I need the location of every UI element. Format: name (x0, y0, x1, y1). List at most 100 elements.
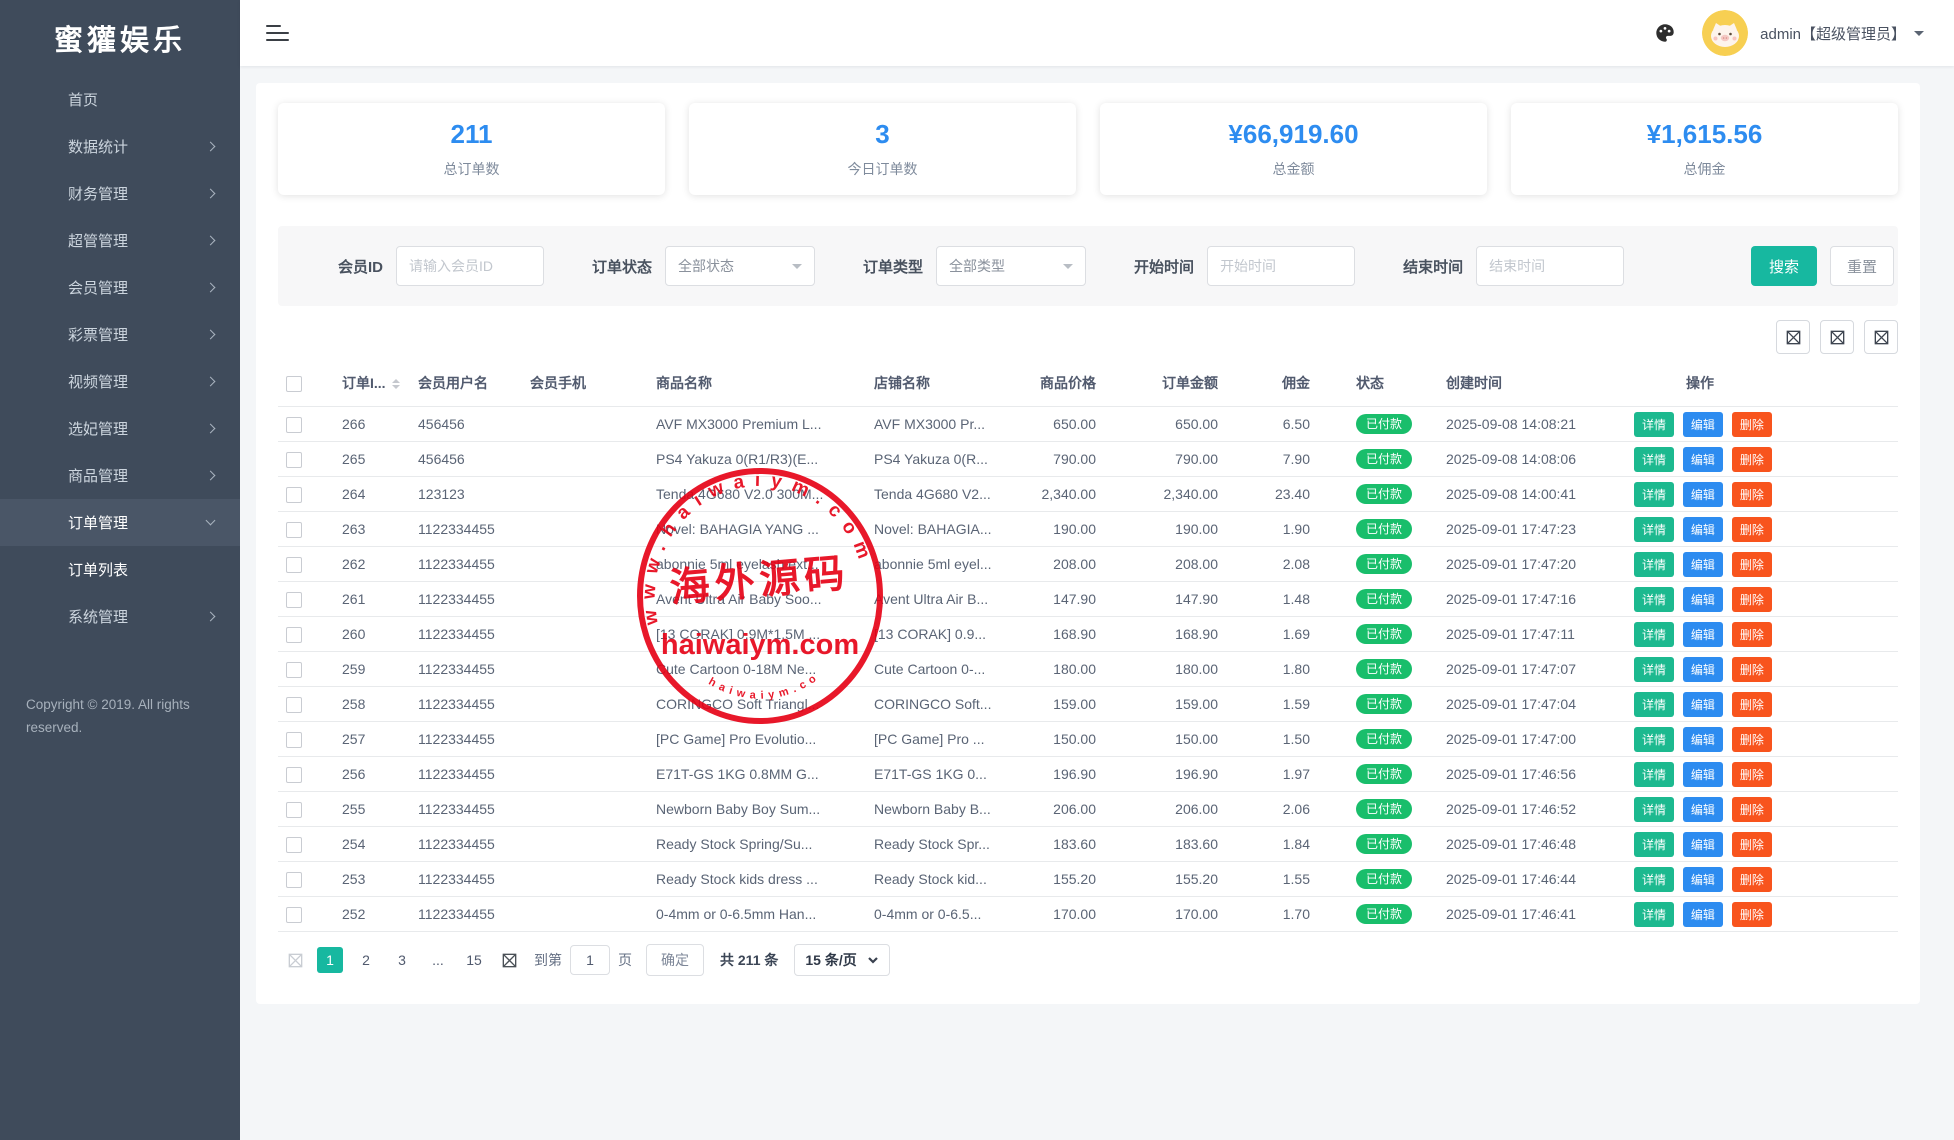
goto-page-input[interactable] (570, 945, 610, 975)
page-button[interactable]: ... (425, 947, 451, 973)
delete-button[interactable]: 删除 (1732, 587, 1772, 612)
edit-button[interactable]: 编辑 (1683, 797, 1723, 822)
sidebar-item[interactable]: 彩票管理 (0, 311, 240, 358)
detail-button[interactable]: 详情 (1634, 657, 1674, 682)
edit-button[interactable]: 编辑 (1683, 587, 1723, 612)
sidebar-item[interactable]: 订单管理 (0, 499, 240, 546)
reset-button[interactable]: 重置 (1830, 246, 1894, 286)
edit-button[interactable]: 编辑 (1683, 412, 1723, 437)
delete-button[interactable]: 删除 (1732, 622, 1772, 647)
edit-button[interactable]: 编辑 (1683, 692, 1723, 717)
edit-button[interactable]: 编辑 (1683, 517, 1723, 542)
detail-button[interactable]: 详情 (1634, 762, 1674, 787)
page-button[interactable]: 1 (317, 947, 343, 973)
user-menu[interactable]: admin【超级管理员】 (1760, 23, 1906, 44)
detail-button[interactable]: 详情 (1634, 622, 1674, 647)
detail-button[interactable]: 详情 (1634, 902, 1674, 927)
cell-order-id: 264 (334, 477, 410, 512)
row-checkbox[interactable] (286, 417, 302, 433)
toolbar-button-3[interactable] (1864, 320, 1898, 354)
detail-button[interactable]: 详情 (1634, 517, 1674, 542)
delete-button[interactable]: 删除 (1732, 552, 1772, 577)
edit-button[interactable]: 编辑 (1683, 622, 1723, 647)
edit-button[interactable]: 编辑 (1683, 447, 1723, 472)
edit-button[interactable]: 编辑 (1683, 832, 1723, 857)
edit-button[interactable]: 编辑 (1683, 727, 1723, 752)
delete-button[interactable]: 删除 (1732, 447, 1772, 472)
detail-button[interactable]: 详情 (1634, 412, 1674, 437)
sort-icon[interactable] (392, 375, 400, 393)
page-size-select[interactable]: 15 条/页 (794, 944, 889, 976)
delete-button[interactable]: 删除 (1732, 727, 1772, 752)
detail-button[interactable]: 详情 (1634, 867, 1674, 892)
delete-button[interactable]: 删除 (1732, 797, 1772, 822)
row-checkbox[interactable] (286, 697, 302, 713)
row-checkbox[interactable] (286, 522, 302, 538)
row-checkbox[interactable] (286, 487, 302, 503)
toolbar-button-2[interactable] (1820, 320, 1854, 354)
sidebar-item[interactable]: 订单列表 (0, 546, 240, 593)
sidebar-toggle-button[interactable] (266, 25, 289, 42)
col-order-id[interactable]: 订单I... (334, 360, 410, 407)
toolbar-button-1[interactable] (1776, 320, 1810, 354)
row-checkbox[interactable] (286, 872, 302, 888)
row-checkbox[interactable] (286, 592, 302, 608)
edit-button[interactable]: 编辑 (1683, 552, 1723, 577)
order-type-select[interactable]: 全部类型 (936, 246, 1086, 286)
row-checkbox[interactable] (286, 732, 302, 748)
select-all-checkbox[interactable] (286, 376, 302, 392)
row-checkbox[interactable] (286, 662, 302, 678)
sidebar-item[interactable]: 会员管理 (0, 264, 240, 311)
search-button[interactable]: 搜索 (1751, 246, 1817, 286)
detail-button[interactable]: 详情 (1634, 447, 1674, 472)
detail-button[interactable]: 详情 (1634, 797, 1674, 822)
start-time-input[interactable] (1207, 246, 1355, 286)
sidebar-item[interactable]: 首页 (0, 76, 240, 123)
sidebar-item[interactable]: 视频管理 (0, 358, 240, 405)
edit-button[interactable]: 编辑 (1683, 867, 1723, 892)
row-checkbox[interactable] (286, 627, 302, 643)
sidebar-item[interactable]: 选妃管理 (0, 405, 240, 452)
detail-button[interactable]: 详情 (1634, 552, 1674, 577)
confirm-page-button[interactable]: 确定 (646, 944, 704, 976)
prev-page-button[interactable] (284, 949, 306, 971)
sidebar-item[interactable]: 商品管理 (0, 452, 240, 499)
delete-button[interactable]: 删除 (1732, 762, 1772, 787)
order-status-select[interactable]: 全部状态 (665, 246, 815, 286)
edit-button[interactable]: 编辑 (1683, 657, 1723, 682)
page-button[interactable]: 2 (353, 947, 379, 973)
row-checkbox[interactable] (286, 802, 302, 818)
detail-button[interactable]: 详情 (1634, 692, 1674, 717)
delete-button[interactable]: 删除 (1732, 832, 1772, 857)
delete-button[interactable]: 删除 (1732, 412, 1772, 437)
page-button[interactable]: 3 (389, 947, 415, 973)
row-checkbox[interactable] (286, 907, 302, 923)
next-page-button[interactable] (498, 949, 520, 971)
edit-button[interactable]: 编辑 (1683, 482, 1723, 507)
detail-button[interactable]: 详情 (1634, 482, 1674, 507)
avatar[interactable] (1702, 10, 1748, 56)
delete-button[interactable]: 删除 (1732, 692, 1772, 717)
detail-button[interactable]: 详情 (1634, 727, 1674, 752)
row-checkbox[interactable] (286, 452, 302, 468)
delete-button[interactable]: 删除 (1732, 902, 1772, 927)
sidebar-item[interactable]: 系统管理 (0, 593, 240, 640)
delete-button[interactable]: 删除 (1732, 867, 1772, 892)
detail-button[interactable]: 详情 (1634, 832, 1674, 857)
detail-button[interactable]: 详情 (1634, 587, 1674, 612)
row-checkbox[interactable] (286, 557, 302, 573)
edit-button[interactable]: 编辑 (1683, 762, 1723, 787)
row-checkbox[interactable] (286, 767, 302, 783)
page-button[interactable]: 15 (461, 947, 487, 973)
delete-button[interactable]: 删除 (1732, 517, 1772, 542)
delete-button[interactable]: 删除 (1732, 482, 1772, 507)
edit-button[interactable]: 编辑 (1683, 902, 1723, 927)
sidebar-item[interactable]: 财务管理 (0, 170, 240, 217)
delete-button[interactable]: 删除 (1732, 657, 1772, 682)
theme-palette-icon[interactable] (1654, 22, 1676, 44)
member-id-input[interactable] (396, 246, 544, 286)
row-checkbox[interactable] (286, 837, 302, 853)
sidebar-item[interactable]: 数据统计 (0, 123, 240, 170)
end-time-input[interactable] (1476, 246, 1624, 286)
sidebar-item[interactable]: 超管管理 (0, 217, 240, 264)
